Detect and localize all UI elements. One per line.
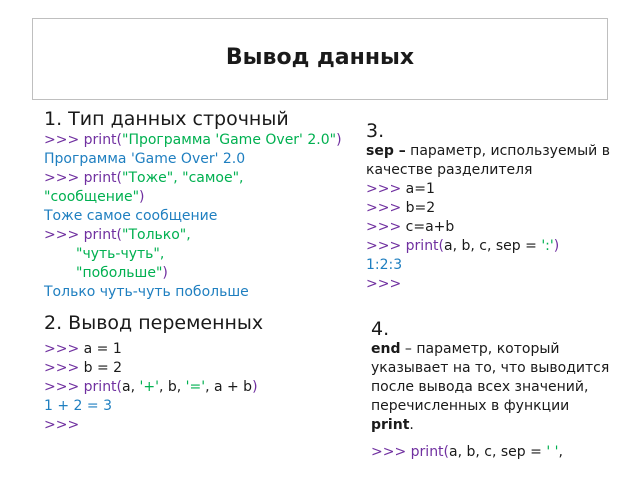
section-2-heading: 2. Вывод переменных bbox=[44, 312, 264, 334]
code-text: a, bbox=[122, 379, 140, 395]
string-literal: '+' bbox=[139, 379, 159, 395]
prompt: >>> bbox=[366, 276, 402, 292]
string-literal: ':' bbox=[541, 238, 554, 254]
code-text: b=2 bbox=[405, 200, 436, 216]
code-line: >>> b = 2 bbox=[44, 359, 284, 378]
title-box: Вывод данных bbox=[32, 18, 608, 100]
code-line: >>> a=1 bbox=[366, 180, 636, 199]
section-1: 1. Тип данных строчный bbox=[44, 108, 344, 130]
output-line: Только чуть-чуть побольше bbox=[44, 284, 249, 300]
print-keyword: print( bbox=[410, 444, 450, 460]
paren: ) bbox=[162, 265, 168, 281]
code-line: >>> print("Программа 'Game Over' 2.0") bbox=[44, 131, 344, 150]
print-keyword: print( bbox=[83, 170, 123, 186]
string-literal: ' ' bbox=[546, 444, 559, 460]
print-keyword: print( bbox=[83, 132, 123, 148]
prompt: >>> bbox=[44, 132, 84, 148]
section-2-code: >>> a = 1 >>> b = 2 >>> print(a, '+', b,… bbox=[44, 340, 284, 435]
code-text: a = 1 bbox=[83, 341, 122, 357]
paren: ) bbox=[139, 189, 145, 205]
section-4-number: 4. bbox=[371, 318, 390, 340]
string-literal: '=' bbox=[185, 379, 206, 395]
print-keyword: print( bbox=[405, 238, 445, 254]
end-keyword: end bbox=[371, 341, 401, 357]
string-literal: "побольше" bbox=[76, 265, 163, 281]
code-text: , bbox=[558, 444, 563, 460]
code-text: a, b, c, sep = bbox=[449, 444, 547, 460]
section-4: 4. end – параметр, который указывает на … bbox=[371, 318, 611, 462]
code-line: >>> print(a, '+', b, '=', a + b) bbox=[44, 378, 284, 397]
prompt: >>> bbox=[366, 181, 406, 197]
slide-title: Вывод данных bbox=[225, 45, 415, 70]
print-keyword: print( bbox=[83, 379, 123, 395]
code-line: >>> a = 1 bbox=[44, 340, 284, 359]
code-line: >>> c=a+b bbox=[366, 218, 636, 237]
section-4-description: end – параметр, который указывает на то,… bbox=[371, 340, 611, 435]
code-line: >>> b=2 bbox=[366, 199, 636, 218]
output-line: Тоже самое сообщение bbox=[44, 208, 218, 224]
code-line: >>> print("Тоже", "самое", "сообщение") bbox=[44, 169, 344, 207]
output-line: Программа 'Game Over' 2.0 bbox=[44, 151, 246, 167]
paren: ) bbox=[252, 379, 258, 395]
code-line: >>> print(a, b, c, sep = ':') bbox=[366, 237, 636, 256]
paren: ) bbox=[553, 238, 560, 254]
prompt: >>> bbox=[44, 417, 80, 433]
output-line: 1 + 2 = 3 bbox=[44, 398, 112, 414]
code-text: a=1 bbox=[405, 181, 435, 197]
code-line: >>> print(a, b, c, sep = ' ', bbox=[371, 443, 611, 462]
prompt: >>> bbox=[44, 227, 84, 243]
section-2: 2. Вывод переменных bbox=[44, 312, 284, 334]
section-3-number: 3. bbox=[366, 120, 385, 142]
string-literal: "Программа 'Game Over' 2.0" bbox=[122, 132, 337, 148]
prompt: >>> bbox=[44, 170, 84, 186]
section-1-heading: 1. Тип данных строчный bbox=[44, 108, 289, 130]
output-line: 1:2:3 bbox=[366, 257, 403, 273]
string-literal: "Только", bbox=[122, 227, 191, 243]
prompt: >>> bbox=[44, 360, 84, 376]
section-1-code: >>> print("Программа 'Game Over' 2.0") П… bbox=[44, 131, 344, 302]
prompt: >>> bbox=[366, 219, 406, 235]
sep-keyword: sep – bbox=[366, 143, 406, 159]
string-literal: "чуть-чуть", bbox=[76, 246, 165, 262]
code-line: "побольше") bbox=[44, 264, 344, 283]
section-3: 3. sep – параметр, используемый в качест… bbox=[366, 120, 636, 294]
description-text: – параметр, который указывает на то, что… bbox=[371, 341, 610, 414]
paren: ) bbox=[336, 132, 342, 148]
prompt: >>> bbox=[44, 341, 84, 357]
print-keyword-bold: print bbox=[371, 417, 410, 433]
code-text: a, b, c, sep = bbox=[444, 238, 542, 254]
prompt: >>> bbox=[371, 444, 411, 460]
code-text: b = 2 bbox=[83, 360, 123, 376]
period: . bbox=[409, 417, 414, 433]
prompt: >>> bbox=[44, 379, 84, 395]
code-text: , a + b bbox=[205, 379, 253, 395]
code-text: c=a+b bbox=[405, 219, 455, 235]
prompt: >>> bbox=[366, 200, 406, 216]
prompt: >>> bbox=[366, 238, 406, 254]
code-text: , b, bbox=[158, 379, 186, 395]
print-keyword: print( bbox=[83, 227, 123, 243]
code-line: >>> print("Только", bbox=[44, 226, 344, 245]
section-3-description: sep – параметр, используемый в качестве … bbox=[366, 142, 636, 180]
